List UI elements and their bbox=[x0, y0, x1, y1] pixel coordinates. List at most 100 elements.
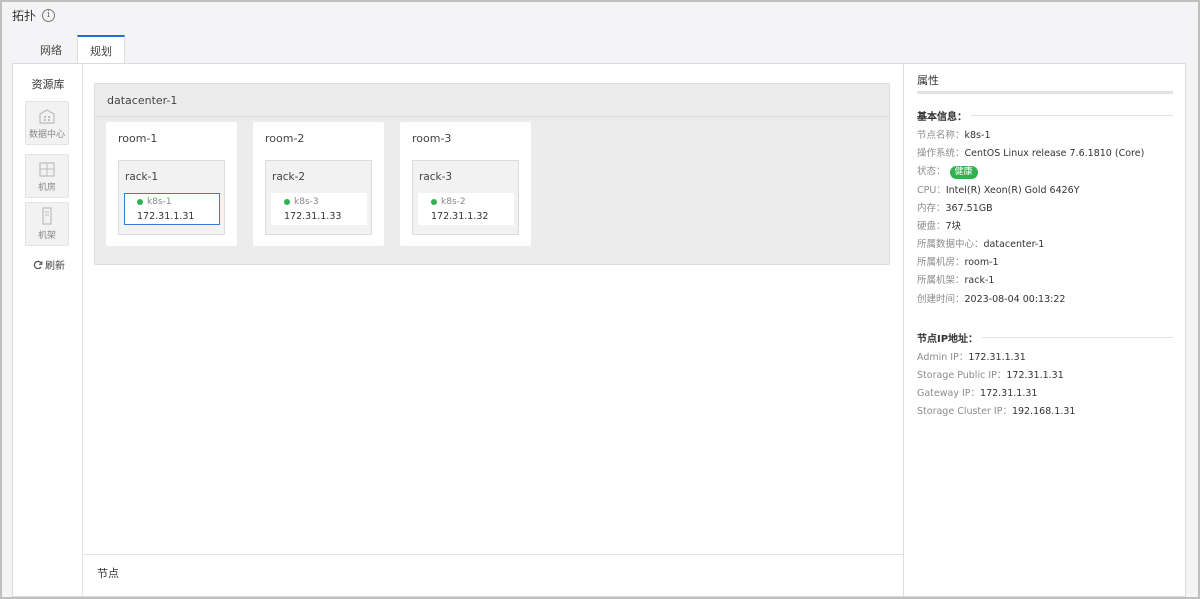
node-name: k8s-3 bbox=[284, 197, 319, 207]
room-title: room-2 bbox=[265, 132, 305, 145]
prop-status: 状态： 健康 bbox=[917, 163, 978, 179]
nodes-panel-title: 节点 bbox=[97, 567, 119, 580]
rack-title: rack-2 bbox=[272, 171, 306, 183]
main-panel: 资源库 数据中心 机房 机架 刷新 datacenter-1 room-1 ra… bbox=[12, 63, 1186, 597]
prop-value: 367.51GB bbox=[945, 203, 993, 214]
prop-value: k8s-1 bbox=[964, 130, 991, 141]
room-icon bbox=[39, 162, 55, 177]
prop-key: Storage Public IP： bbox=[917, 370, 1007, 381]
node-name: k8s-1 bbox=[137, 197, 172, 207]
room-title: room-3 bbox=[412, 132, 452, 145]
ip-info-title: 节点IP地址： bbox=[917, 334, 979, 345]
refresh-button[interactable]: 刷新 bbox=[33, 257, 65, 272]
resource-library: 资源库 数据中心 机房 机架 刷新 bbox=[13, 64, 83, 596]
prop-disk: 硬盘：7块 bbox=[917, 218, 961, 232]
prop-key: 所属机架： bbox=[917, 275, 965, 286]
prop-key: 所属数据中心： bbox=[917, 239, 984, 250]
nodes-panel: 节点 bbox=[83, 554, 903, 596]
node-card[interactable]: k8s-2 172.31.1.32 bbox=[418, 193, 514, 225]
node-card[interactable]: k8s-1 172.31.1.31 bbox=[124, 193, 220, 225]
prop-os: 操作系统：CentOS Linux release 7.6.1810 (Core… bbox=[917, 145, 1144, 159]
tab-bar: 网络 规划 bbox=[27, 35, 125, 64]
library-item-label: 机架 bbox=[37, 231, 56, 241]
status-dot-icon bbox=[284, 199, 290, 205]
room-card[interactable]: room-2 rack-2 k8s-3 172.31.1.33 bbox=[253, 122, 384, 246]
prop-value: rack-1 bbox=[964, 275, 995, 286]
divider bbox=[982, 337, 1173, 338]
node-name-text: k8s-2 bbox=[441, 197, 466, 207]
prop-value: 7块 bbox=[945, 221, 962, 232]
prop-key: Storage Cluster IP： bbox=[917, 406, 1012, 417]
rack-title: rack-1 bbox=[125, 171, 159, 183]
prop-storage-public-ip: Storage Public IP：172.31.1.31 bbox=[917, 367, 1064, 381]
status-dot-icon bbox=[137, 199, 143, 205]
node-ip: 172.31.1.33 bbox=[284, 211, 342, 222]
status-dot-icon bbox=[431, 199, 437, 205]
divider bbox=[95, 116, 889, 117]
rack-card[interactable]: rack-3 k8s-2 172.31.1.32 bbox=[412, 160, 519, 235]
properties-title: 属性 bbox=[917, 74, 939, 87]
library-item-label: 数据中心 bbox=[28, 130, 65, 140]
prop-memory: 内存：367.51GB bbox=[917, 200, 993, 214]
prop-key: 创建时间： bbox=[917, 294, 965, 305]
prop-value: CentOS Linux release 7.6.1810 (Core) bbox=[964, 148, 1145, 159]
prop-value: 172.31.1.31 bbox=[980, 388, 1038, 399]
prop-admin-ip: Admin IP：172.31.1.31 bbox=[917, 349, 1026, 363]
prop-node-name: 节点名称：k8s-1 bbox=[917, 127, 990, 141]
ip-info-heading: 节点IP地址： bbox=[917, 330, 1173, 345]
properties-panel: 属性 基本信息： 节点名称：k8s-1 操作系统：CentOS Linux re… bbox=[903, 64, 1185, 596]
prop-key: Admin IP： bbox=[917, 352, 969, 363]
prop-value: 172.31.1.31 bbox=[968, 352, 1026, 363]
library-item-datacenter[interactable]: 数据中心 bbox=[25, 101, 69, 145]
page-header: 拓扑 i bbox=[12, 6, 56, 24]
library-item-rack[interactable]: 机架 bbox=[25, 202, 69, 246]
rack-title: rack-3 bbox=[419, 171, 453, 183]
node-name-text: k8s-3 bbox=[294, 197, 319, 207]
datacenter-title: datacenter-1 bbox=[107, 94, 178, 107]
divider bbox=[917, 91, 1173, 94]
library-item-label: 机房 bbox=[37, 183, 56, 193]
tab-planning[interactable]: 规划 bbox=[77, 35, 125, 64]
room-title: room-1 bbox=[118, 132, 158, 145]
page-title: 拓扑 bbox=[12, 8, 37, 23]
prop-value: Intel(R) Xeon(R) Gold 6426Y bbox=[945, 185, 1080, 196]
rack-card[interactable]: rack-1 k8s-1 172.31.1.31 bbox=[118, 160, 225, 235]
prop-value: datacenter-1 bbox=[983, 239, 1045, 250]
prop-gateway-ip: Gateway IP：172.31.1.31 bbox=[917, 385, 1037, 399]
library-item-room[interactable]: 机房 bbox=[25, 154, 69, 198]
datacenter-icon bbox=[39, 109, 55, 124]
prop-datacenter: 所属数据中心：datacenter-1 bbox=[917, 236, 1044, 250]
prop-created-time: 创建时间：2023-08-04 00:13:22 bbox=[917, 291, 1065, 305]
prop-room: 所属机房：room-1 bbox=[917, 254, 999, 268]
node-name: k8s-2 bbox=[431, 197, 466, 207]
room-card[interactable]: room-1 rack-1 k8s-1 172.31.1.31 bbox=[106, 122, 237, 246]
library-title: 资源库 bbox=[31, 78, 65, 91]
node-card[interactable]: k8s-3 172.31.1.33 bbox=[271, 193, 367, 225]
prop-value: room-1 bbox=[964, 257, 999, 268]
refresh-label: 刷新 bbox=[45, 261, 65, 272]
rack-card[interactable]: rack-2 k8s-3 172.31.1.33 bbox=[265, 160, 372, 235]
prop-storage-cluster-ip: Storage Cluster IP：192.168.1.31 bbox=[917, 403, 1075, 417]
prop-value: 172.31.1.31 bbox=[1006, 370, 1064, 381]
prop-key: 硬盘： bbox=[917, 221, 946, 232]
topology-canvas: datacenter-1 room-1 rack-1 k8s-1 172.31.… bbox=[83, 64, 903, 554]
info-icon[interactable]: i bbox=[42, 8, 56, 22]
prop-key: 操作系统： bbox=[917, 148, 965, 159]
rack-icon bbox=[42, 207, 52, 225]
basic-info-heading: 基本信息： bbox=[917, 108, 1173, 123]
node-name-text: k8s-1 bbox=[147, 197, 172, 207]
node-ip: 172.31.1.32 bbox=[431, 211, 489, 222]
refresh-icon bbox=[33, 260, 43, 269]
prop-key: 节点名称： bbox=[917, 130, 965, 141]
status-badge: 健康 bbox=[949, 166, 978, 179]
prop-key: 内存： bbox=[917, 203, 946, 214]
node-ip: 172.31.1.31 bbox=[137, 211, 195, 222]
datacenter-card[interactable]: datacenter-1 room-1 rack-1 k8s-1 172.31.… bbox=[94, 83, 890, 265]
tab-network[interactable]: 网络 bbox=[27, 35, 75, 64]
prop-value: 192.168.1.31 bbox=[1011, 406, 1076, 417]
divider bbox=[971, 115, 1173, 116]
prop-rack: 所属机架：rack-1 bbox=[917, 272, 994, 286]
room-card[interactable]: room-3 rack-3 k8s-2 172.31.1.32 bbox=[400, 122, 531, 246]
prop-cpu: CPU：Intel(R) Xeon(R) Gold 6426Y bbox=[917, 182, 1080, 196]
prop-key: 所属机房： bbox=[917, 257, 965, 268]
